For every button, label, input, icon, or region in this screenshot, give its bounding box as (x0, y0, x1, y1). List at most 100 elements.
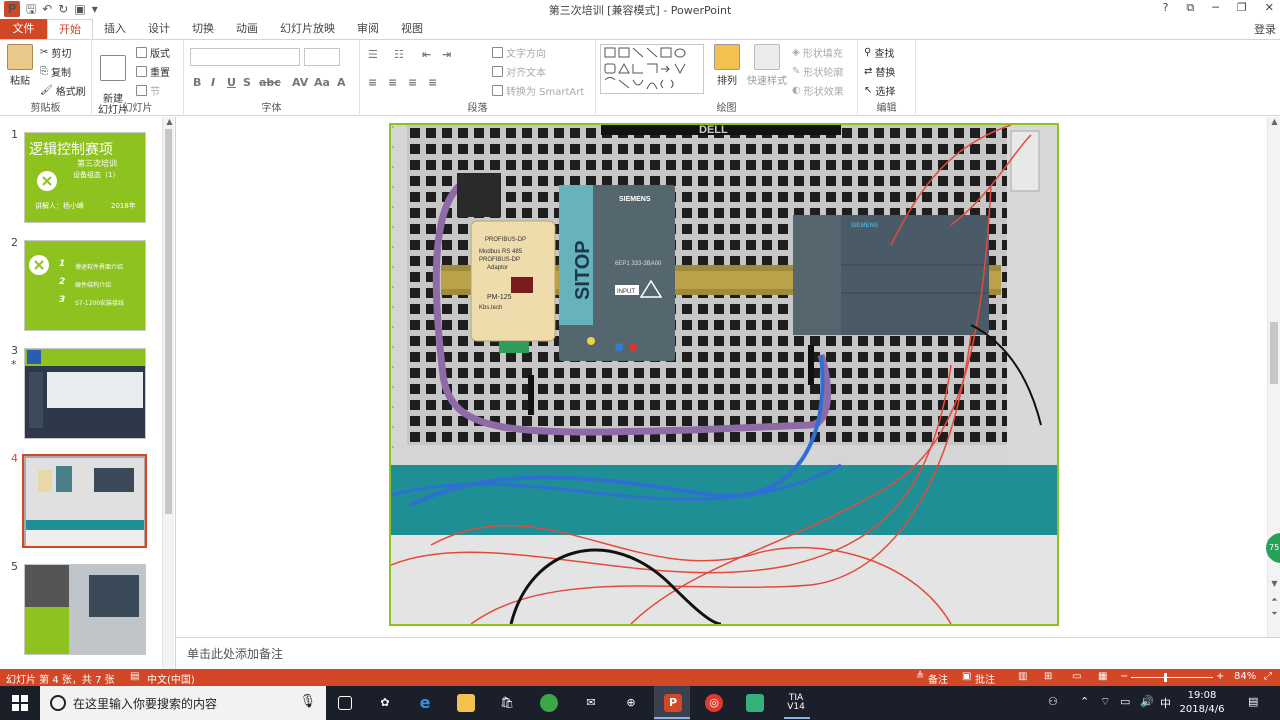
zoom-level[interactable]: 84% (1234, 671, 1256, 682)
cut-button[interactable]: ✂ 剪切 (40, 45, 71, 60)
bold-button[interactable]: B (193, 76, 201, 89)
minimize-button[interactable]: ─ (1212, 1, 1219, 15)
smartart-button[interactable]: 转换为 SmartArt (492, 83, 584, 98)
shape-fill-button[interactable]: ◈ 形状填充 (792, 45, 843, 60)
powerpoint-taskbar-icon[interactable]: P (664, 694, 682, 712)
find-button[interactable]: ⚲ 查找 (864, 45, 894, 60)
normal-view-icon[interactable]: ▥ (1018, 671, 1027, 682)
thumbnail-slide-5[interactable] (24, 564, 146, 655)
underline-button[interactable]: U (227, 76, 236, 89)
language-status[interactable]: 中文(中国) (147, 671, 195, 686)
next-slide-icon[interactable]: ⏷ (1270, 609, 1279, 619)
thumbnail-slide-1[interactable]: 逻辑控制赛项 第三次培训 设备组态（1） 讲解人：杨小峰 2018年 (24, 132, 146, 223)
replace-button[interactable]: ⇄ 替换 (864, 64, 895, 79)
tab-view[interactable]: 视图 (390, 19, 434, 39)
volume-icon[interactable]: 🔊 (1140, 695, 1154, 708)
store-icon[interactable]: 🛍 (498, 694, 516, 712)
battery-icon[interactable]: ▭ (1120, 695, 1130, 708)
tab-file[interactable]: 文件 (0, 19, 47, 39)
notes-app-icon[interactable] (746, 694, 764, 712)
close-button[interactable]: ✕ (1265, 1, 1274, 15)
char-spacing-button[interactable]: AV (292, 76, 308, 89)
strikethrough-button[interactable]: abc (259, 76, 281, 89)
taskbar-clock[interactable]: 19:08 2018/4/6 (1178, 689, 1226, 717)
tab-insert[interactable]: 插入 (93, 19, 137, 39)
browser-360-icon[interactable] (540, 694, 558, 712)
copy-button[interactable]: ⎘ 复制 (40, 64, 71, 79)
zoom-in-icon[interactable]: + (1216, 671, 1224, 682)
numbering-icon[interactable]: ☷ (394, 48, 404, 61)
paste-button[interactable]: 粘贴 (6, 44, 34, 87)
notes-pane[interactable]: 单击此处添加备注 (176, 637, 1280, 669)
tia-portal-icon[interactable]: TIA V14 (783, 694, 809, 712)
windows-start-icon[interactable] (12, 695, 28, 711)
wifi-icon[interactable]: ⌔ (1100, 695, 1110, 709)
mail-icon[interactable]: ✉ (582, 694, 600, 712)
thumbnail-slide-2[interactable]: 1 博途软件界面介绍 2 硬件结构介绍 3 S7-1200安装接线 (24, 240, 146, 331)
italic-button[interactable]: I (211, 76, 215, 89)
bullets-icon[interactable]: ☰ (368, 48, 378, 61)
arrange-button[interactable]: 排列 (710, 44, 744, 87)
people-icon[interactable]: ⚇ (1048, 695, 1058, 708)
change-case-button[interactable]: Aa (314, 76, 330, 89)
reading-view-icon[interactable]: ▭ (1072, 671, 1081, 682)
file-explorer-icon[interactable] (457, 694, 475, 712)
slideshow-view-icon[interactable]: ▦ (1098, 671, 1107, 682)
action-center-icon[interactable]: ▤ (1248, 695, 1258, 708)
tab-home[interactable]: 开始 (47, 19, 93, 39)
reset-button[interactable]: 重置 (136, 64, 170, 79)
slide-sorter-icon[interactable]: ⊞ (1044, 671, 1052, 682)
section-button[interactable]: 节 (136, 83, 160, 98)
thumbnail-slide-3[interactable] (24, 348, 146, 439)
ribbon-display-button[interactable]: ⧉ (1186, 1, 1194, 15)
edge-browser-icon[interactable]: e (416, 694, 434, 712)
current-slide[interactable]: DELL PROFIBUS-DP Modbus RS 485 PROFIBUS-… (389, 123, 1059, 626)
help-button[interactable]: ? (1163, 1, 1169, 15)
network-app-icon[interactable]: ⊕ (622, 694, 640, 712)
align-text-button[interactable]: 对齐文本 (492, 64, 546, 79)
shape-outline-button[interactable]: ✎ 形状轮廓 (792, 64, 843, 79)
tab-transitions[interactable]: 切换 (181, 19, 225, 39)
assistant-icon[interactable]: ✿ (376, 694, 394, 712)
text-direction-button[interactable]: 文字方向 (492, 45, 546, 60)
tab-design[interactable]: 设计 (137, 19, 181, 39)
quick-styles-button[interactable]: 快速样式 (746, 44, 788, 87)
tab-animations[interactable]: 动画 (225, 19, 269, 39)
tab-slideshow[interactable]: 幻灯片放映 (269, 19, 346, 39)
scroll-up-icon[interactable]: ▲ (165, 117, 174, 126)
align-left-icon[interactable]: ≡ (368, 76, 377, 89)
scrollbar-thumb[interactable] (165, 129, 172, 514)
microphone-icon[interactable]: 🎙 (299, 694, 316, 709)
thumbnail-scrollbar[interactable]: ▲ (162, 117, 174, 669)
justify-icon[interactable]: ≡ (428, 76, 437, 89)
zoom-slider-knob[interactable] (1164, 673, 1167, 682)
netease-music-icon[interactable]: ◎ (705, 694, 723, 712)
previous-slide-icon[interactable]: ⏶ (1270, 595, 1279, 605)
fit-to-window-icon[interactable]: ⤢ (1264, 671, 1272, 682)
font-size-combo[interactable] (304, 48, 340, 66)
login-link[interactable]: 登录 (1254, 21, 1276, 37)
increase-indent-icon[interactable]: ⇥ (442, 48, 451, 61)
tab-review[interactable]: 审阅 (346, 19, 390, 39)
align-right-icon[interactable]: ≡ (408, 76, 417, 89)
comments-icon[interactable]: ▣ (962, 671, 971, 682)
maximize-button[interactable]: ❐ (1237, 1, 1247, 15)
shadow-button[interactable]: S (243, 76, 251, 89)
comments-button[interactable]: 批注 (975, 671, 995, 686)
notes-toggle-button[interactable]: 备注 (928, 671, 948, 686)
thumbnail-slide-4[interactable] (22, 454, 147, 548)
font-family-combo[interactable] (190, 48, 300, 66)
shape-effects-button[interactable]: ◐ 形状效果 (792, 83, 844, 98)
ime-indicator[interactable]: 中 (1160, 695, 1171, 711)
spellcheck-icon[interactable]: ▤ (130, 671, 139, 682)
zoom-slider[interactable] (1131, 677, 1213, 678)
tray-expand-icon[interactable]: ⌃ (1080, 695, 1089, 708)
notes-toggle-icon[interactable]: ≜ (916, 671, 924, 682)
align-center-icon[interactable]: ≡ (388, 76, 397, 89)
scroll-up-icon[interactable]: ▲ (1270, 117, 1279, 126)
format-painter-button[interactable]: 🖌 格式刷 (40, 83, 86, 98)
taskbar-search[interactable]: 在这里输入你要搜索的内容 🎙 (40, 686, 326, 720)
scroll-down-icon[interactable]: ▼ (1270, 579, 1279, 588)
task-view-icon[interactable] (338, 696, 352, 710)
scrollbar-thumb[interactable] (1270, 322, 1278, 384)
